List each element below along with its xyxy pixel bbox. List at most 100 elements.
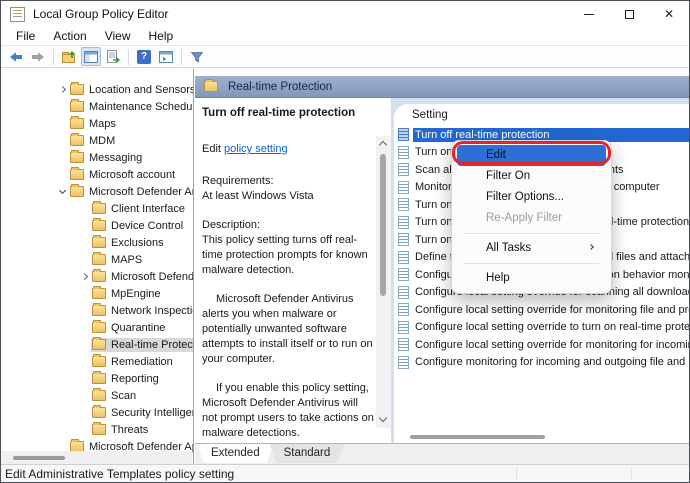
folder-icon xyxy=(92,339,106,350)
tree-item-label: Network Inspection System xyxy=(111,305,193,317)
tree-item[interactable]: Network Inspection System xyxy=(1,302,193,319)
tree-item[interactable]: Device Control xyxy=(1,217,193,234)
folder-icon xyxy=(92,237,106,248)
export-list-icon[interactable] xyxy=(103,47,123,66)
tree-item[interactable]: Microsoft Defender Exploit Guard xyxy=(1,268,193,285)
maximize-button[interactable] xyxy=(609,1,649,27)
folder-icon xyxy=(70,84,84,95)
context-menu-filter-options[interactable]: Filter Options... xyxy=(457,187,606,208)
tree-item[interactable]: Maps xyxy=(1,115,193,132)
expand-chevron-icon[interactable] xyxy=(79,271,91,283)
tree-item[interactable]: Security Intelligence Updates xyxy=(1,404,193,421)
expand-chevron-icon[interactable] xyxy=(57,152,69,164)
policy-document-icon xyxy=(398,268,409,281)
policy-setting-row[interactable]: Configure monitoring for incoming and ou… xyxy=(394,354,689,372)
description-scrollbar[interactable] xyxy=(376,98,391,443)
tree-item[interactable]: Client Interface xyxy=(1,200,193,217)
expand-chevron-icon[interactable] xyxy=(57,118,69,130)
show-console-tree-icon[interactable] xyxy=(81,47,101,66)
forward-icon[interactable] xyxy=(28,47,48,66)
menu-bar: FileActionViewHelp xyxy=(1,27,689,45)
list-horizontal-scrollbar-thumb[interactable] xyxy=(410,435,545,439)
policy-setting-link[interactable]: policy setting xyxy=(224,143,288,155)
expand-chevron-icon[interactable] xyxy=(79,288,91,300)
expand-chevron-icon[interactable] xyxy=(79,373,91,385)
scroll-down-icon[interactable] xyxy=(380,416,386,422)
expand-chevron-icon[interactable] xyxy=(79,203,91,215)
menu-help[interactable]: Help xyxy=(140,28,183,45)
expand-chevron-icon[interactable] xyxy=(79,220,91,232)
context-menu-edit[interactable]: Edit xyxy=(457,145,606,166)
scroll-up-icon[interactable] xyxy=(380,140,386,146)
tree-item-real-time-protection[interactable]: Real-time Protection xyxy=(1,336,193,353)
toolbar-separator xyxy=(128,49,129,65)
tree-item-label: Client Interface xyxy=(111,203,185,215)
policy-setting-row[interactable]: Configure local setting override for mon… xyxy=(394,301,689,319)
minimize-icon xyxy=(584,14,594,15)
tree-item[interactable]: MDM xyxy=(1,132,193,149)
tree-item[interactable]: MAPS xyxy=(1,251,193,268)
tree-item[interactable]: MpEngine xyxy=(1,285,193,302)
expand-chevron-icon[interactable] xyxy=(79,356,91,368)
menu-action[interactable]: Action xyxy=(44,28,95,45)
show-action-pane-icon[interactable] xyxy=(156,47,176,66)
folder-icon xyxy=(92,407,106,418)
expand-chevron-icon[interactable] xyxy=(79,390,91,402)
expand-chevron-icon[interactable] xyxy=(57,135,69,147)
expand-chevron-icon[interactable] xyxy=(79,237,91,249)
context-menu-help[interactable]: Help xyxy=(457,268,606,289)
tree-item-location-and-sensors[interactable]: Location and Sensors xyxy=(1,81,193,98)
tree-item[interactable]: Microsoft account xyxy=(1,166,193,183)
extended-pane: Turn off real-time protection Edit polic… xyxy=(195,98,376,443)
menu-view[interactable]: View xyxy=(96,28,140,45)
tree-item[interactable]: Quarantine xyxy=(1,319,193,336)
expand-chevron-icon[interactable] xyxy=(79,424,91,436)
policy-document-icon xyxy=(398,251,409,264)
tree-item[interactable]: Reporting xyxy=(1,370,193,387)
back-icon[interactable] xyxy=(6,47,26,66)
filter-icon[interactable] xyxy=(187,47,207,66)
scrollbar-thumb[interactable] xyxy=(380,154,386,296)
setting-column-header[interactable]: Setting xyxy=(394,104,689,126)
tree-item[interactable]: Remediation xyxy=(1,353,193,370)
expand-chevron-icon[interactable] xyxy=(79,305,91,317)
context-menu-filter-on[interactable]: Filter On xyxy=(457,166,606,187)
policy-setting-label: Configure local setting override for mon… xyxy=(413,303,689,317)
window-title: Local Group Policy Editor xyxy=(33,7,168,21)
expand-chevron-icon[interactable] xyxy=(57,186,69,198)
expand-chevron-icon[interactable] xyxy=(57,169,69,181)
folder-icon xyxy=(204,81,218,92)
policy-document-icon xyxy=(398,181,409,194)
tree-item[interactable]: Exclusions xyxy=(1,234,193,251)
policy-setting-row[interactable]: Configure local setting override for mon… xyxy=(394,336,689,354)
context-menu-separator[interactable] xyxy=(464,263,599,264)
expand-chevron-icon[interactable] xyxy=(57,84,69,96)
tab-extended[interactable]: Extended xyxy=(197,444,274,463)
expand-chevron-icon[interactable] xyxy=(79,407,91,419)
expand-chevron-icon[interactable] xyxy=(57,101,69,113)
tree-horizontal-scrollbar[interactable] xyxy=(1,451,192,464)
tree-horizontal-scrollbar-thumb[interactable] xyxy=(13,456,65,460)
context-menu-item-label: Re-Apply Filter xyxy=(486,212,562,224)
tree-item-label: MDM xyxy=(89,135,115,147)
close-button[interactable]: ✕ xyxy=(649,1,689,27)
help-icon[interactable]: ? xyxy=(134,47,154,66)
up-one-level-icon[interactable] xyxy=(59,47,79,66)
expand-chevron-icon[interactable] xyxy=(79,339,91,351)
minimize-button[interactable] xyxy=(569,1,609,27)
policy-setting-row[interactable]: Configure local setting override to turn… xyxy=(394,319,689,337)
tab-standard[interactable]: Standard xyxy=(270,444,345,463)
tree-item-label: Microsoft account xyxy=(89,169,175,181)
context-menu-separator[interactable] xyxy=(464,233,599,234)
folder-icon xyxy=(70,186,84,197)
context-menu-all-tasks[interactable]: All Tasks xyxy=(457,238,606,259)
tree-item-microsoft-defender-antivirus[interactable]: Microsoft Defender Antivirus xyxy=(1,183,193,200)
menu-file[interactable]: File xyxy=(7,28,44,45)
tree-item[interactable]: Maintenance Scheduler xyxy=(1,98,193,115)
context-menu-reapply-filter[interactable]: Re-Apply Filter xyxy=(457,208,606,229)
expand-chevron-icon[interactable] xyxy=(79,254,91,266)
tree-item[interactable]: Scan xyxy=(1,387,193,404)
tree-item[interactable]: Messaging xyxy=(1,149,193,166)
tree-item[interactable]: Threats xyxy=(1,421,193,438)
expand-chevron-icon[interactable] xyxy=(79,322,91,334)
